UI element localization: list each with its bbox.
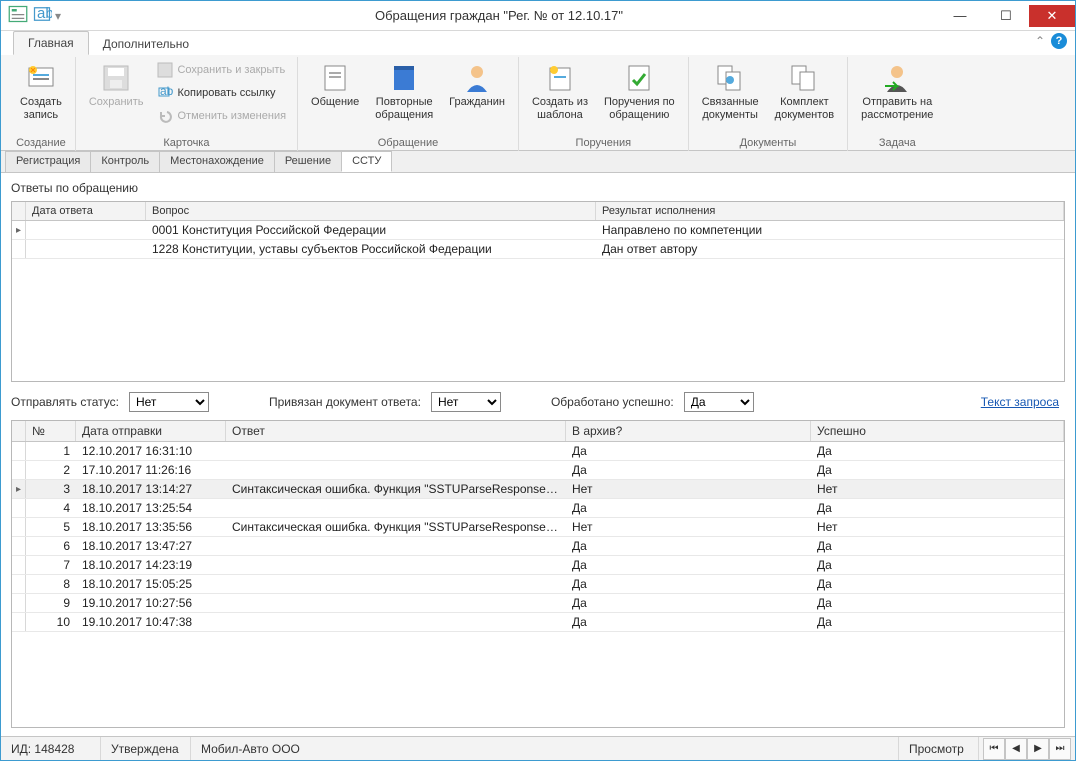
doc-set-button[interactable]: Комплект документов (768, 57, 841, 127)
window-title: Обращения граждан "Рег. № от 12.10.17" (61, 8, 937, 23)
table-row[interactable]: 1228 Конституции, уставы субъектов Росси… (12, 240, 1064, 259)
doc-bound-label: Привязан документ ответа: (269, 395, 421, 409)
send-person-icon (881, 62, 913, 94)
save-close-button[interactable]: Сохранить и закрыть (152, 59, 291, 81)
log-header-archive[interactable]: В архив? (566, 421, 811, 441)
answers-header-date[interactable]: Дата ответа (26, 202, 146, 220)
send-status-combo[interactable]: Нет (129, 392, 209, 412)
undo-icon (157, 108, 173, 124)
tab-registration[interactable]: Регистрация (5, 151, 91, 172)
table-row[interactable]: 112.10.2017 16:31:10ДаДа (12, 442, 1064, 461)
qat-icon-2[interactable]: abc (31, 5, 53, 27)
ribbon: Создать запись Создание Сохранить Сохран… (1, 55, 1075, 151)
nav-last-button[interactable]: ⏭ (1049, 738, 1071, 760)
tab-sstu[interactable]: ССТУ (341, 151, 392, 172)
log-header-success[interactable]: Успешно (811, 421, 1064, 441)
log-header-answer[interactable]: Ответ (226, 421, 566, 441)
qat-icon-1[interactable] (7, 5, 29, 27)
log-header-sent[interactable]: Дата отправки (76, 421, 226, 441)
status-org: Мобил-Авто ООО (191, 737, 899, 760)
processed-label: Обработано успешно: (551, 395, 674, 409)
record-nav: ⏮ ◀ ▶ ⏭ (979, 738, 1075, 760)
send-review-button[interactable]: Отправить на рассмотрение (854, 57, 940, 127)
table-row[interactable]: 1019.10.2017 10:47:38ДаДа (12, 613, 1064, 632)
citizen-button[interactable]: Гражданин (442, 57, 512, 114)
book-icon (388, 62, 420, 94)
window-controls: — ☐ ✕ (937, 5, 1075, 27)
tab-decision[interactable]: Решение (274, 151, 342, 172)
ribbon-group-create: Создать запись Создание (7, 57, 76, 151)
form-icon (8, 4, 28, 27)
new-record-icon (25, 62, 57, 94)
minimize-button[interactable]: — (937, 5, 983, 27)
nav-first-button[interactable]: ⏮ (983, 738, 1005, 760)
repeat-requests-button[interactable]: Повторные обращения (368, 57, 440, 127)
ribbon-group-card: Сохранить Сохранить и закрыть abcКопиров… (76, 57, 298, 151)
content-area: Ответы по обращению Дата ответа Вопрос Р… (1, 173, 1075, 736)
table-row[interactable]: ▸318.10.2017 13:14:27Синтаксическая ошиб… (12, 480, 1064, 499)
table-row[interactable]: 618.10.2017 13:47:27ДаДа (12, 537, 1064, 556)
doc-bound-combo[interactable]: Нет (431, 392, 501, 412)
table-row[interactable]: ▸0001 Конституция Российской ФедерацииНа… (12, 221, 1064, 240)
answers-grid[interactable]: Дата ответа Вопрос Результат исполнения … (11, 201, 1065, 382)
save-icon (100, 62, 132, 94)
ribbon-group-orders: Создать из шаблона Поручения по обращени… (519, 57, 689, 151)
ribbon-tabstrip: Главная Дополнительно ⌃ ? (1, 31, 1075, 55)
table-row[interactable]: 919.10.2017 10:27:56ДаДа (12, 594, 1064, 613)
orders-by-request-button[interactable]: Поручения по обращению (597, 57, 682, 127)
ribbon-group-task: Отправить на рассмотрение Задача (848, 57, 946, 151)
close-button[interactable]: ✕ (1029, 5, 1075, 27)
ribbon-group-request: Общение Повторные обращения Гражданин Об… (298, 57, 519, 151)
statusbar: ИД: 148428 Утверждена Мобил-Авто ООО Про… (1, 736, 1075, 760)
create-from-template-button[interactable]: Создать из шаблона (525, 57, 595, 127)
status-id: ИД: 148428 (1, 737, 101, 760)
table-row[interactable]: 818.10.2017 15:05:25ДаДа (12, 575, 1064, 594)
linked-docs-icon (714, 62, 746, 94)
answers-header-result[interactable]: Результат исполнения (596, 202, 1064, 220)
quick-access-toolbar: abc ▾ (7, 5, 61, 27)
general-button[interactable]: Общение (304, 57, 366, 114)
log-grid[interactable]: № Дата отправки Ответ В архив? Успешно 1… (11, 420, 1065, 728)
person-icon (461, 62, 493, 94)
answers-header-question[interactable]: Вопрос (146, 202, 596, 220)
query-text-link[interactable]: Текст запроса (981, 395, 1059, 409)
table-row[interactable]: 518.10.2017 13:35:56Синтаксическая ошибк… (12, 518, 1064, 537)
nav-prev-button[interactable]: ◀ (1005, 738, 1027, 760)
linked-docs-button[interactable]: Связанные документы (695, 57, 766, 127)
tab-location[interactable]: Местонахождение (159, 151, 275, 172)
undo-changes-button[interactable]: Отменить изменения (152, 105, 291, 127)
collapse-ribbon-icon[interactable]: ⌃ (1035, 34, 1045, 48)
doc-set-icon (788, 62, 820, 94)
save-close-icon (157, 62, 173, 78)
processed-combo[interactable]: Да (684, 392, 754, 412)
text-icon: abc (32, 4, 52, 27)
ribbon-group-docs: Связанные документы Комплект документов … (689, 57, 848, 151)
svg-text:abc: abc (160, 85, 173, 98)
orders-icon (623, 62, 655, 94)
table-row[interactable]: 217.10.2017 11:26:16ДаДа (12, 461, 1064, 480)
send-status-label: Отправлять статус: (11, 395, 119, 409)
copy-link-button[interactable]: abcКопировать ссылку (152, 82, 291, 104)
titlebar: abc ▾ Обращения граждан "Рег. № от 12.10… (1, 1, 1075, 31)
save-button[interactable]: Сохранить (82, 57, 151, 114)
log-header-num[interactable]: № (26, 421, 76, 441)
document-tabstrip: Регистрация Контроль Местонахождение Реш… (1, 151, 1075, 173)
status-state: Утверждена (101, 737, 191, 760)
svg-text:abc: abc (37, 5, 52, 22)
answers-section-label: Ответы по обращению (11, 181, 1065, 195)
maximize-button[interactable]: ☐ (983, 5, 1029, 27)
table-row[interactable]: 418.10.2017 13:25:54ДаДа (12, 499, 1064, 518)
doc-icon (319, 62, 351, 94)
tab-control[interactable]: Контроль (90, 151, 160, 172)
copy-link-icon: abc (157, 85, 173, 101)
table-row[interactable]: 718.10.2017 14:23:19ДаДа (12, 556, 1064, 575)
filter-row: Отправлять статус: Нет Привязан документ… (11, 392, 1065, 412)
ribbon-tab-extra[interactable]: Дополнительно (89, 33, 203, 55)
nav-next-button[interactable]: ▶ (1027, 738, 1049, 760)
template-icon (544, 62, 576, 94)
help-icon[interactable]: ? (1051, 33, 1067, 49)
ribbon-tab-main[interactable]: Главная (13, 31, 89, 55)
status-mode: Просмотр (899, 737, 979, 760)
create-record-button[interactable]: Создать запись (13, 57, 69, 127)
